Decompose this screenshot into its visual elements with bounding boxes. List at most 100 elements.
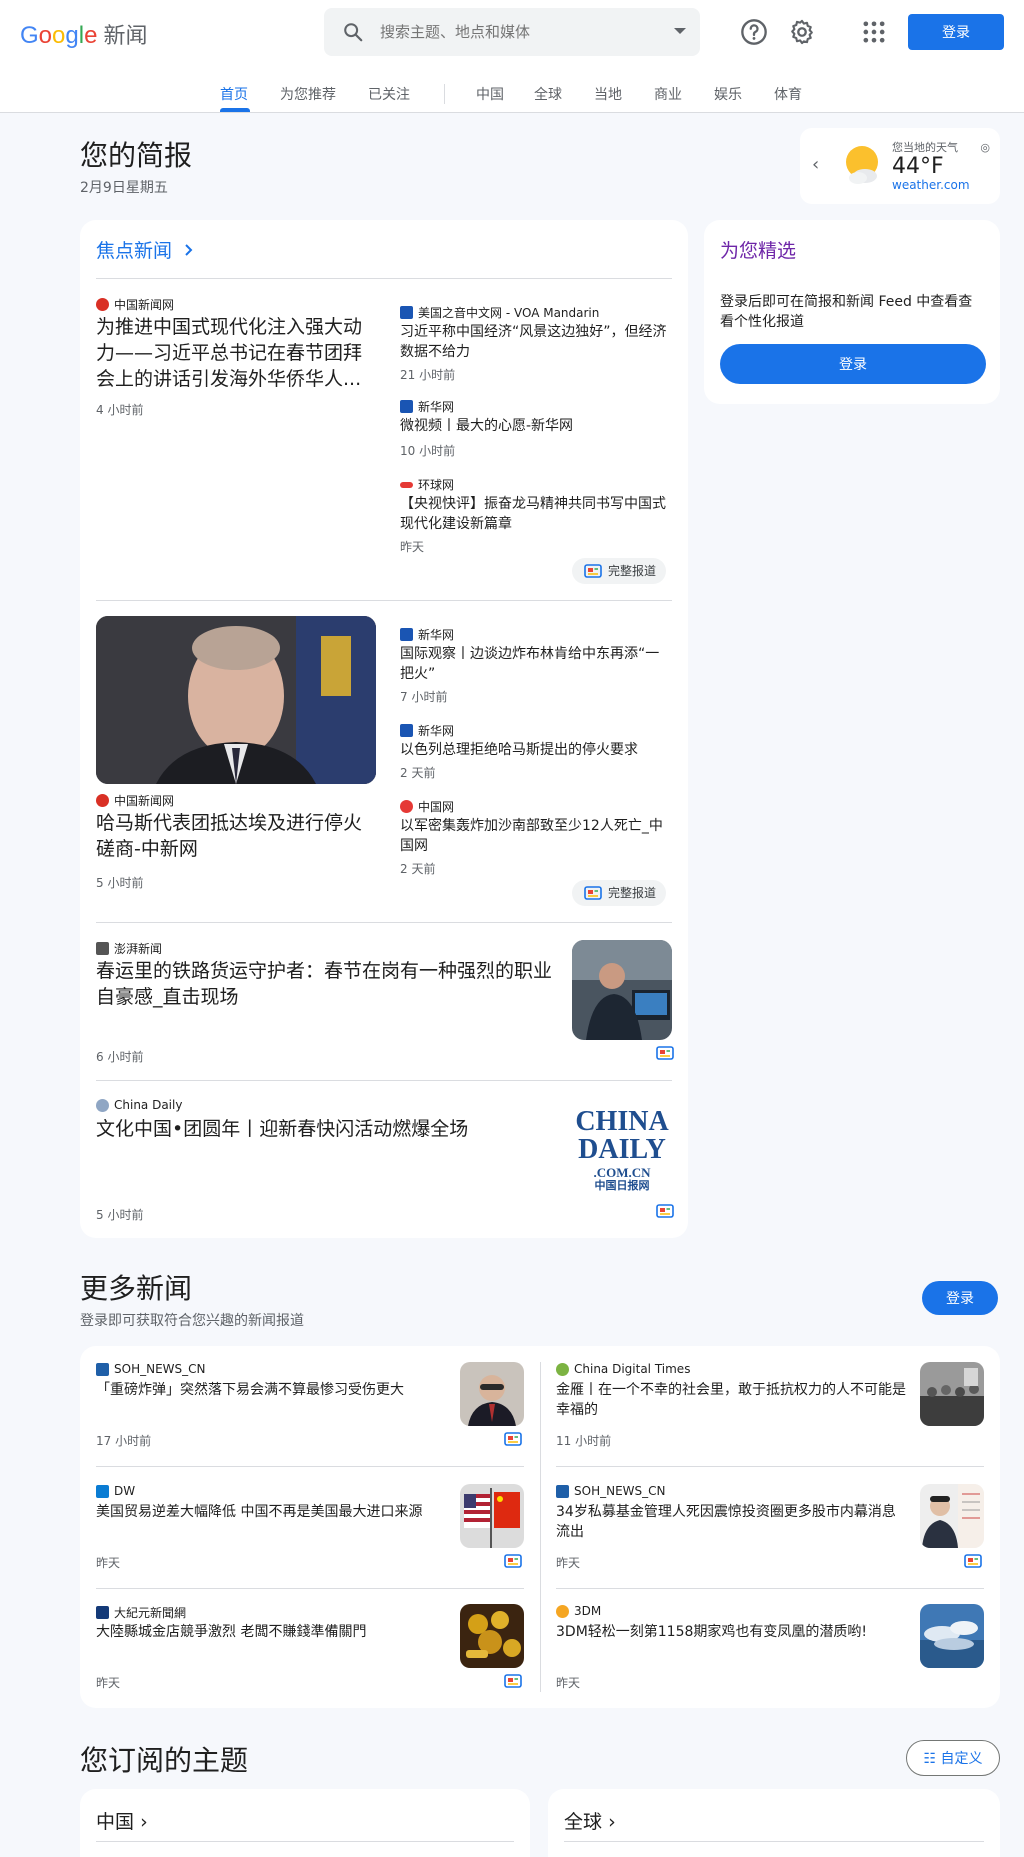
help-circle-icon[interactable] <box>740 18 768 46</box>
chevron-right-icon: › <box>140 1811 148 1833</box>
story-headline[interactable]: 美国贸易逆差大幅降低 中国不再是美国最大进口来源 <box>96 1502 446 1522</box>
story-thumbnail[interactable] <box>460 1484 524 1548</box>
active-tab-indicator <box>220 108 250 112</box>
story-thumbnail[interactable] <box>920 1604 984 1668</box>
topic-card-china[interactable]: 中国 › <box>80 1789 530 1857</box>
full-coverage-icon[interactable] <box>964 1554 982 1568</box>
railway-worker-image <box>572 940 672 1040</box>
story-thumbnail[interactable] <box>460 1362 524 1426</box>
tab-sports[interactable]: 体育 <box>774 84 802 104</box>
briefing-title: 您的简报 <box>80 139 193 172</box>
tab-business[interactable]: 商业 <box>654 84 682 104</box>
story-headline[interactable]: 3DM轻松一刻第1158期家鸡也有变凤凰的潜质哟! <box>556 1622 906 1642</box>
tab-following[interactable]: 已关注 <box>368 84 410 104</box>
search-options-dropdown-icon[interactable] <box>674 28 686 34</box>
top-stories-card: 焦点新闻 中国新闻网 为推进中国式现代化注入强大动力——习近平总书记在春节团拜会… <box>80 220 688 1238</box>
full-coverage-icon[interactable] <box>504 1674 522 1688</box>
divider <box>96 600 672 601</box>
top-stories-link[interactable]: 焦点新闻 <box>96 236 196 263</box>
full-coverage-icon[interactable] <box>656 1204 674 1218</box>
crowd-photo-image <box>920 1362 984 1426</box>
full-coverage-icon[interactable] <box>504 1432 522 1446</box>
more-news-login-button[interactable]: 登录 <box>922 1281 998 1315</box>
source-logo-icon <box>556 1604 569 1618</box>
full-coverage-button[interactable]: 完整报道 <box>572 880 667 906</box>
source-logo-icon <box>96 1362 109 1376</box>
divider <box>556 1466 984 1467</box>
story-headline[interactable]: 微视频丨最大的心愿-新华网 <box>400 416 672 436</box>
search-input[interactable] <box>380 18 660 46</box>
story-headline[interactable]: 大陸縣城金店競爭激烈 老闆不賺錢準備關門 <box>96 1622 446 1642</box>
topic-name[interactable]: 中国 › <box>96 1807 148 1834</box>
story-source: 美国之音中文网 - VOA Mandarin <box>400 304 599 321</box>
story-thumbnail[interactable] <box>920 1484 984 1548</box>
google-news-logo[interactable]: Google 新闻 <box>20 18 147 50</box>
story-headline[interactable]: 为推进中国式现代化注入强大动力——习近平总书记在春节团拜会上的讲话引发海外华侨华… <box>96 314 378 392</box>
divider <box>96 1080 672 1081</box>
apps-grid-icon[interactable] <box>860 18 888 46</box>
story-thumbnail[interactable] <box>460 1604 524 1668</box>
story-time: 21 小时前 <box>400 368 456 382</box>
header-login-button[interactable]: 登录 <box>908 14 1004 50</box>
story-headline[interactable]: 34岁私募基金管理人死因震惊投资圈更多股市内幕消息流出 <box>556 1502 906 1542</box>
picks-login-button[interactable]: 登录 <box>720 344 986 384</box>
story-headline[interactable]: 【央视快评】振奋龙马精神共同书写中国式现代化建设新篇章 <box>400 494 672 534</box>
story-source: 新华网 <box>400 398 454 415</box>
tab-entertainment[interactable]: 娱乐 <box>714 84 742 104</box>
story-time: 10 小时前 <box>400 444 456 458</box>
weather-source-link[interactable]: weather.com <box>892 178 970 192</box>
location-icon[interactable]: ◎ <box>980 141 990 154</box>
story-headline[interactable]: 文化中国•团圆年丨迎新春快闪活动燃爆全场 <box>96 1116 556 1142</box>
tab-for-you[interactable]: 为您推荐 <box>280 84 336 104</box>
story-source: 中国网 <box>400 798 454 815</box>
picks-text: 登录后即可在简报和新闻 Feed 中查看查看个性化报道 <box>720 294 973 330</box>
story-time: 昨天 <box>556 1556 581 1570</box>
search-box[interactable] <box>324 8 700 56</box>
gold-jewelry-image <box>460 1604 524 1668</box>
search-icon <box>344 23 363 42</box>
story-time: 6 小时前 <box>96 1050 144 1064</box>
story-time: 11 小时前 <box>556 1434 612 1448</box>
chevron-left-icon[interactable]: ‹ <box>812 154 819 175</box>
story-image[interactable] <box>96 616 376 784</box>
story-time: 5 小时前 <box>96 876 144 890</box>
story-thumbnail[interactable] <box>920 1362 984 1426</box>
full-coverage-button[interactable]: 完整报道 <box>572 558 667 584</box>
source-logo-icon <box>96 942 109 955</box>
source-logo-icon <box>96 1606 109 1619</box>
story-time: 7 小时前 <box>400 690 448 704</box>
story-headline[interactable]: 春运里的铁路货运守护者：春节在岗有一种强烈的职业自豪感_直击现场 <box>96 958 556 1010</box>
topic-card-world[interactable]: 全球 › <box>548 1789 1000 1857</box>
chevron-right-icon: › <box>608 1811 616 1833</box>
tab-world[interactable]: 全球 <box>534 84 562 104</box>
more-news-title: 更多新闻 <box>80 1272 193 1305</box>
weather-label: 您当地的天气 <box>892 141 958 154</box>
story-time: 2 天前 <box>400 862 436 876</box>
story-thumbnail[interactable] <box>572 940 672 1040</box>
tab-local[interactable]: 当地 <box>594 84 622 104</box>
divider <box>96 1841 514 1842</box>
story-thumbnail[interactable]: CHINA DAILY .COM.CN 中国日报网 <box>572 1098 672 1198</box>
topic-name[interactable]: 全球 › <box>564 1807 616 1834</box>
story-headline[interactable]: 以军密集轰炸加沙南部致至少12人死亡_中国网 <box>400 816 672 856</box>
gear-icon[interactable] <box>788 18 816 46</box>
source-logo-icon <box>96 794 109 807</box>
full-coverage-icon[interactable] <box>656 1046 674 1060</box>
story-source: 环球网 <box>400 476 454 493</box>
story-source: 大紀元新聞網 <box>96 1604 186 1621</box>
story-headline[interactable]: 哈马斯代表团抵达埃及进行停火磋商-中新网 <box>96 810 378 862</box>
source-logo-icon <box>556 1362 569 1376</box>
tab-china[interactable]: 中国 <box>476 84 504 104</box>
divider <box>96 1588 524 1589</box>
us-china-flags-image <box>460 1484 524 1548</box>
official-portrait-image <box>460 1362 524 1426</box>
story-headline[interactable]: 以色列总理拒绝哈马斯提出的停火要求 <box>400 740 672 760</box>
tab-home[interactable]: 首页 <box>220 84 248 104</box>
story-headline[interactable]: 金雁丨在一个不幸的社会里，敢于抵抗权力的人不可能是幸福的 <box>556 1380 906 1420</box>
story-headline[interactable]: 「重磅炸弹」突然落下易会满不算最惨习受伤更大 <box>96 1380 446 1400</box>
story-headline[interactable]: 习近平称中国经济“风景这边独好”，但经济数据不给力 <box>400 322 672 362</box>
customize-button[interactable]: ☷ 自定义 <box>906 1740 1000 1776</box>
full-coverage-icon[interactable] <box>504 1554 522 1568</box>
weather-widget[interactable]: ‹ 您当地的天气 ◎ 44°F weather.com <box>800 128 1000 204</box>
story-headline[interactable]: 国际观察丨边谈边炸布林肯给中东再添“一把火” <box>400 644 672 684</box>
